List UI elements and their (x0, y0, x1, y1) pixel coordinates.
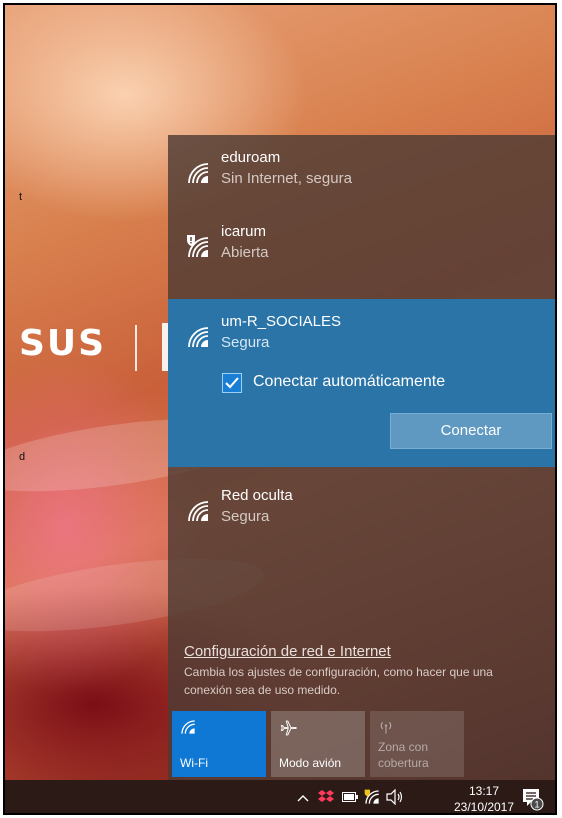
airplane-icon (280, 720, 297, 736)
clock-date: 23/10/2017 (453, 800, 515, 814)
network-item-icarum[interactable]: icarum Abierta (168, 209, 555, 283)
dropbox-icon[interactable] (318, 789, 334, 805)
network-status: Sin Internet, segura (221, 170, 352, 187)
volume-icon[interactable] (386, 789, 404, 805)
connect-button[interactable]: Conectar (390, 413, 552, 449)
network-item-um-r-sociales[interactable]: um-R_SOCIALES Segura Conectar automática… (168, 299, 555, 467)
network-status: Segura (221, 334, 270, 351)
chevron-up-icon[interactable] (297, 794, 309, 802)
screenshot-frame: t d SUS eduroam Sin Internet, segura ica… (3, 3, 557, 815)
logo-divider (135, 325, 137, 371)
network-item-eduroam[interactable]: eduroam Sin Internet, segura (168, 135, 555, 209)
battery-icon[interactable] (342, 791, 358, 803)
wifi-signal-icon (188, 501, 209, 522)
auto-connect-label[interactable]: Conectar automáticamente (253, 373, 445, 391)
action-center-icon[interactable]: 1 (522, 787, 544, 811)
network-settings-link[interactable]: Configuración de red e Internet (184, 643, 391, 660)
desktop-icon-label[interactable]: d (19, 451, 25, 463)
network-flyout: eduroam Sin Internet, segura icarum Abie… (168, 135, 555, 780)
asus-logo: SUS (19, 323, 107, 364)
notification-count: 1 (534, 800, 539, 810)
network-status: Abierta (221, 244, 269, 261)
desktop-icon-label[interactable]: t (19, 191, 22, 203)
network-name: um-R_SOCIALES (221, 313, 342, 330)
tile-label: Modo avión (279, 756, 342, 770)
network-status: Segura (221, 508, 270, 525)
auto-connect-checkbox[interactable] (222, 373, 242, 393)
clock-time: 13:17 (468, 784, 500, 798)
wifi-icon (181, 720, 195, 734)
tile-label: Wi-Fi (180, 756, 208, 770)
checkmark-icon (225, 377, 239, 389)
network-name: Red oculta (221, 487, 293, 504)
mobile-hotspot-tile[interactable]: Zona con cobertura (370, 711, 464, 777)
wifi-signal-icon (188, 163, 209, 184)
wifi-shield-icon (187, 235, 209, 258)
tile-label: Zona con cobertura (378, 740, 429, 770)
wifi-signal-icon (188, 327, 209, 348)
taskbar-clock[interactable]: 13:17 23/10/2017 (451, 783, 517, 814)
wifi-toggle-tile[interactable]: Wi-Fi (172, 711, 266, 777)
hotspot-icon (380, 721, 392, 734)
airplane-mode-tile[interactable]: Modo avión (271, 711, 365, 777)
wifi-tray-icon[interactable] (364, 789, 380, 805)
network-settings-description: Cambia los ajustes de configuración, com… (184, 665, 493, 697)
taskbar: 13:17 23/10/2017 1 (5, 780, 555, 814)
network-item-red-oculta[interactable]: Red oculta Segura (168, 473, 555, 547)
network-name: icarum (221, 223, 267, 240)
network-name: eduroam (221, 149, 281, 166)
